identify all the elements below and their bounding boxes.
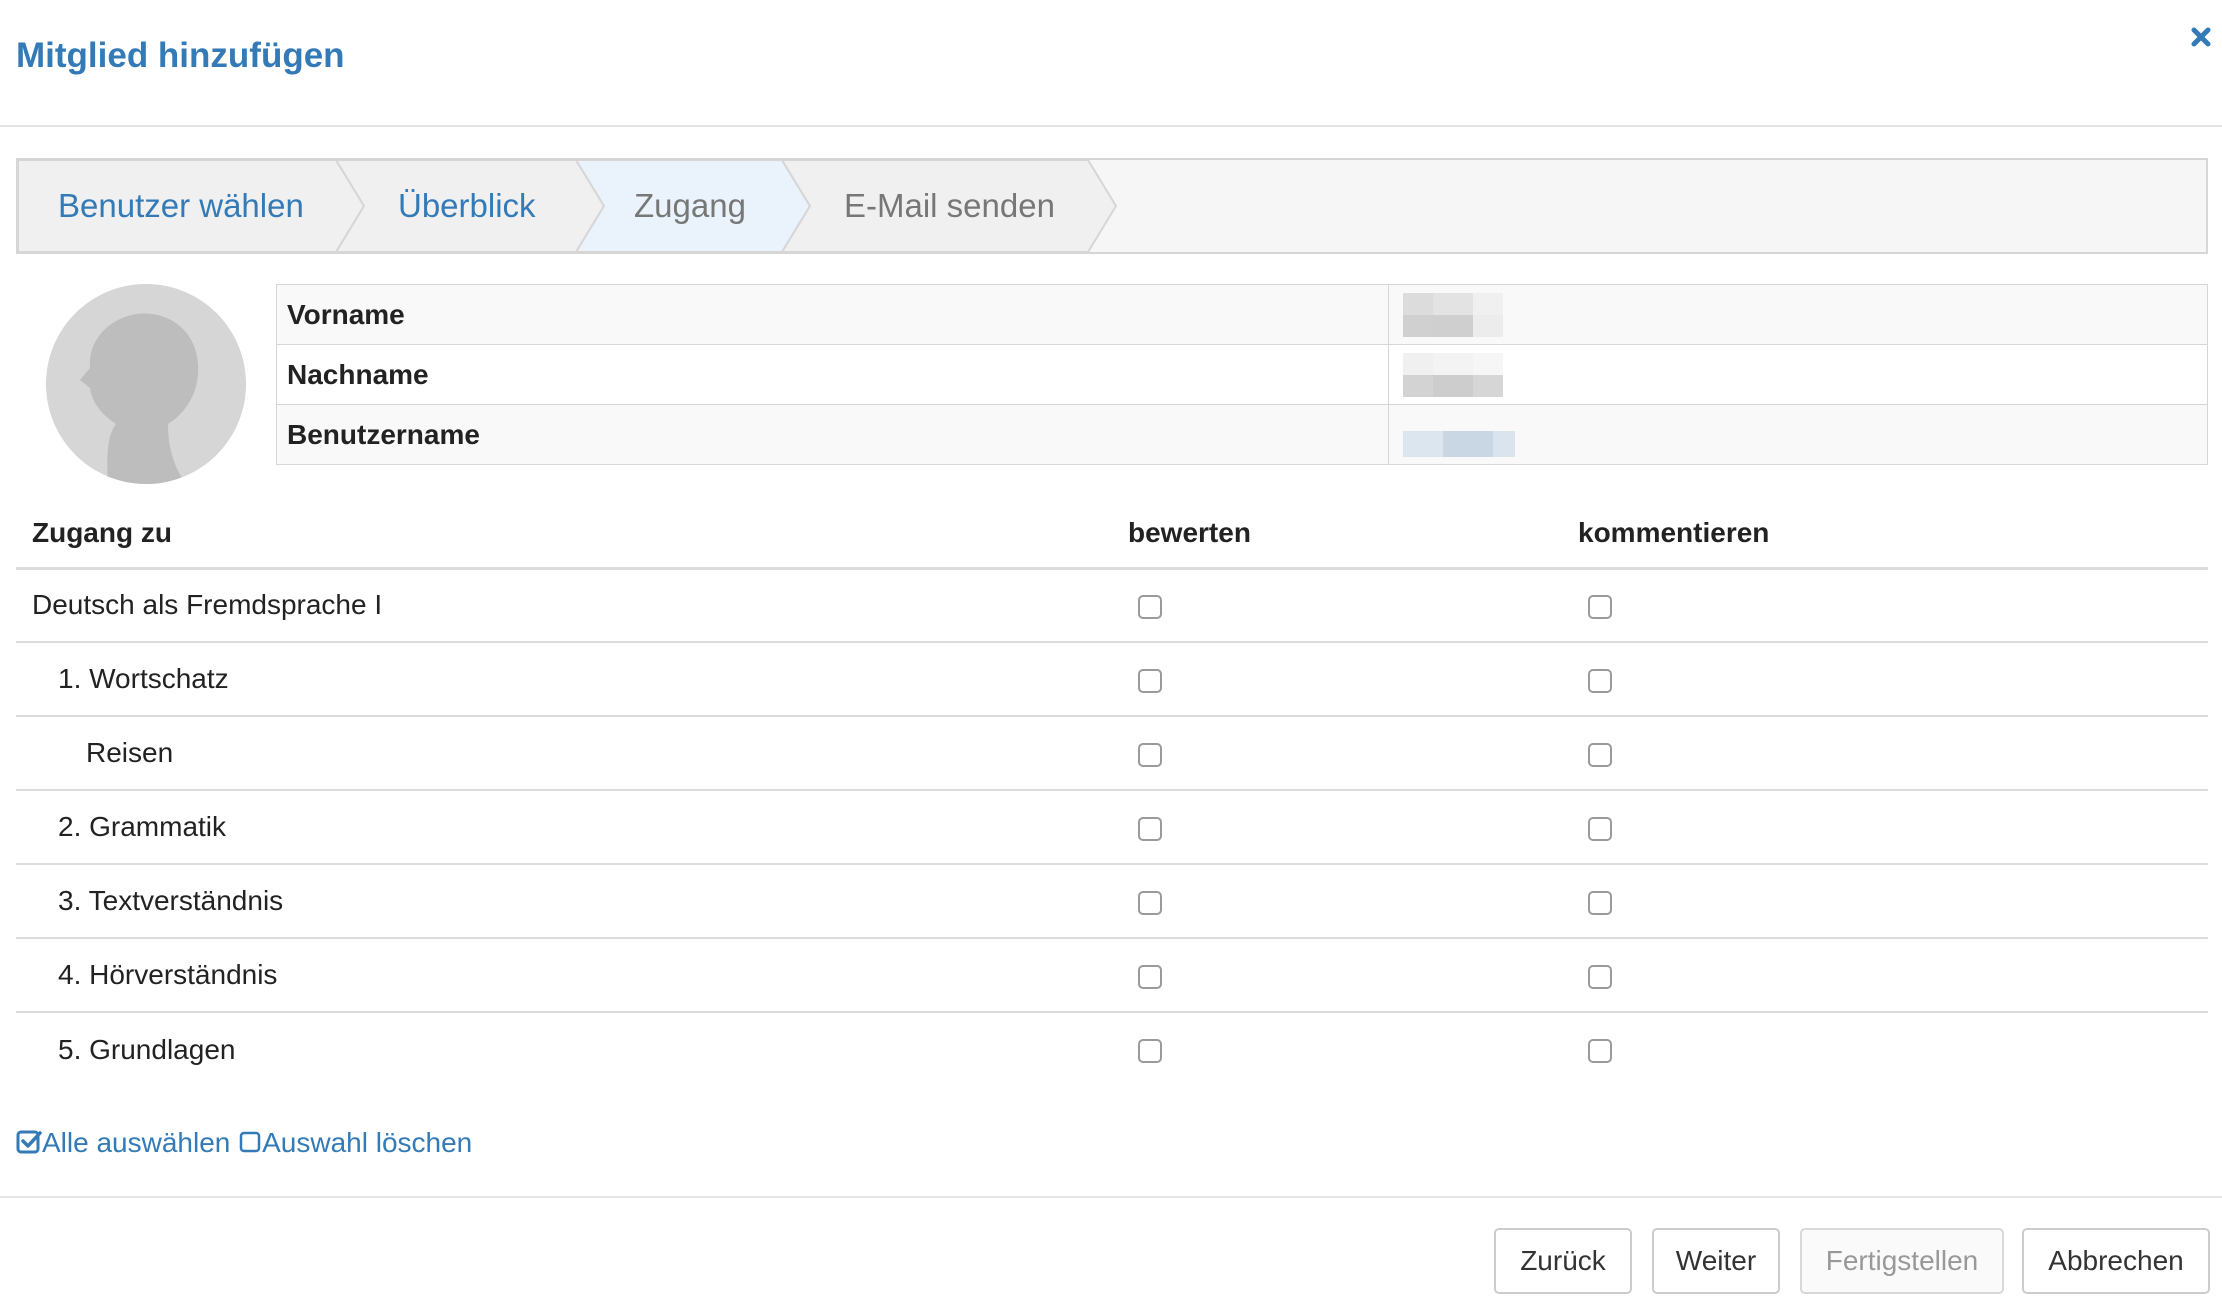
comment-cell	[1578, 790, 2208, 865]
user-info-table: Vorname Nachname Benutzername	[276, 284, 2208, 465]
redacted-value	[1403, 353, 1503, 397]
wizard-steps: Benutzer wählen Überblick Zugang E-Mail …	[16, 158, 2208, 254]
select-all-link[interactable]: Alle auswählen	[16, 1127, 238, 1158]
comment-checkbox[interactable]	[1588, 1039, 1612, 1064]
rate-cell	[1128, 790, 1578, 865]
comment-checkbox[interactable]	[1588, 890, 1612, 915]
rate-checkbox[interactable]	[1138, 742, 1162, 767]
deselect-all-label: Auswahl löschen	[262, 1127, 473, 1158]
table-row: 2. Grammatik	[16, 790, 2208, 865]
select-all-label: Alle auswählen	[42, 1127, 231, 1158]
table-row: 1. Wortschatz	[16, 642, 2208, 717]
firstname-label: Vorname	[276, 284, 1389, 345]
column-header-access: Zugang zu	[16, 500, 1128, 570]
selection-links: Alle auswählen Auswahl löschen	[16, 1127, 472, 1159]
column-header-comment: kommentieren	[1578, 500, 2208, 570]
user-info-row: Benutzername	[276, 404, 2208, 465]
wizard-step-overview[interactable]: Überblick	[398, 160, 536, 252]
table-row: Reisen	[16, 716, 2208, 791]
row-label: 4. Hörverständnis	[16, 938, 1128, 1013]
access-table-header: Zugang zu bewerten kommentieren	[16, 500, 2208, 570]
column-header-rate: bewerten	[1128, 500, 1578, 570]
comment-checkbox[interactable]	[1588, 816, 1612, 841]
rate-checkbox[interactable]	[1138, 816, 1162, 841]
user-info-row: Nachname	[276, 344, 2208, 405]
comment-checkbox[interactable]	[1588, 668, 1612, 693]
row-label: 3. Textverständnis	[16, 864, 1128, 939]
row-label: 5. Grundlagen	[58, 1033, 236, 1065]
checkbox-checked-icon	[16, 1130, 42, 1154]
table-row: 4. Hörverständnis	[16, 938, 2208, 1013]
comment-cell	[1578, 864, 2208, 939]
dialog-title: Mitglied hinzufügen	[16, 36, 345, 75]
rate-cell	[1128, 716, 1578, 791]
wizard-step-send-email: E-Mail senden	[844, 187, 1055, 224]
cancel-button[interactable]: Abbrechen	[2022, 1228, 2210, 1294]
rate-checkbox[interactable]	[1138, 594, 1162, 619]
firstname-value	[1388, 284, 2208, 345]
comment-checkbox[interactable]	[1588, 964, 1612, 989]
rate-cell	[1128, 938, 1578, 1013]
username-value	[1388, 404, 2208, 465]
row-label: 2. Grammatik	[16, 790, 1128, 865]
avatar	[46, 284, 246, 484]
rate-cell	[1128, 1012, 1578, 1086]
close-icon[interactable]	[2186, 22, 2216, 52]
access-table: Zugang zu bewerten kommentieren Deutsch …	[16, 500, 2208, 1086]
comment-cell	[1578, 642, 2208, 717]
finish-button[interactable]: Fertigstellen	[1800, 1228, 2004, 1294]
wizard-step-access: Zugang	[634, 187, 746, 224]
user-info-row: Vorname	[276, 284, 2208, 345]
table-row: 3. Textverständnis	[16, 864, 2208, 939]
lastname-value	[1388, 344, 2208, 405]
rate-checkbox[interactable]	[1138, 890, 1162, 915]
user-silhouette-icon	[46, 284, 246, 484]
wizard-arrows	[18, 160, 1118, 252]
comment-cell	[1578, 716, 2208, 791]
rate-checkbox[interactable]	[1138, 668, 1162, 693]
row-label: Reisen	[16, 716, 1128, 791]
back-button[interactable]: Zurück	[1494, 1228, 1632, 1294]
rate-cell	[1128, 864, 1578, 939]
row-label: Deutsch als Fremdsprache I	[16, 568, 1128, 643]
table-row: Deutsch als Fremdsprache I	[16, 568, 2208, 643]
username-label: Benutzername	[276, 404, 1389, 465]
checkbox-empty-icon	[239, 1131, 261, 1153]
redacted-value	[1403, 293, 1503, 337]
rate-checkbox[interactable]	[1138, 964, 1162, 989]
dialog-header: Mitglied hinzufügen	[0, 0, 2222, 127]
comment-cell	[1578, 1012, 2208, 1086]
rate-checkbox[interactable]	[1138, 1039, 1162, 1064]
rate-cell	[1128, 568, 1578, 643]
deselect-all-link[interactable]: Auswahl löschen	[238, 1127, 472, 1158]
redacted-value	[1403, 431, 1515, 457]
comment-checkbox[interactable]	[1588, 742, 1612, 767]
wizard-step-select-user[interactable]: Benutzer wählen	[58, 160, 304, 252]
row-label: 1. Wortschatz	[16, 642, 1128, 717]
comment-cell	[1578, 938, 2208, 1013]
next-button[interactable]: Weiter	[1652, 1228, 1780, 1294]
comment-cell	[1578, 568, 2208, 643]
rate-cell	[1128, 642, 1578, 717]
lastname-label: Nachname	[276, 344, 1389, 405]
table-row: 5. Grundlagen	[16, 1012, 2208, 1086]
comment-checkbox[interactable]	[1588, 594, 1612, 619]
footer-divider	[0, 1196, 2222, 1198]
